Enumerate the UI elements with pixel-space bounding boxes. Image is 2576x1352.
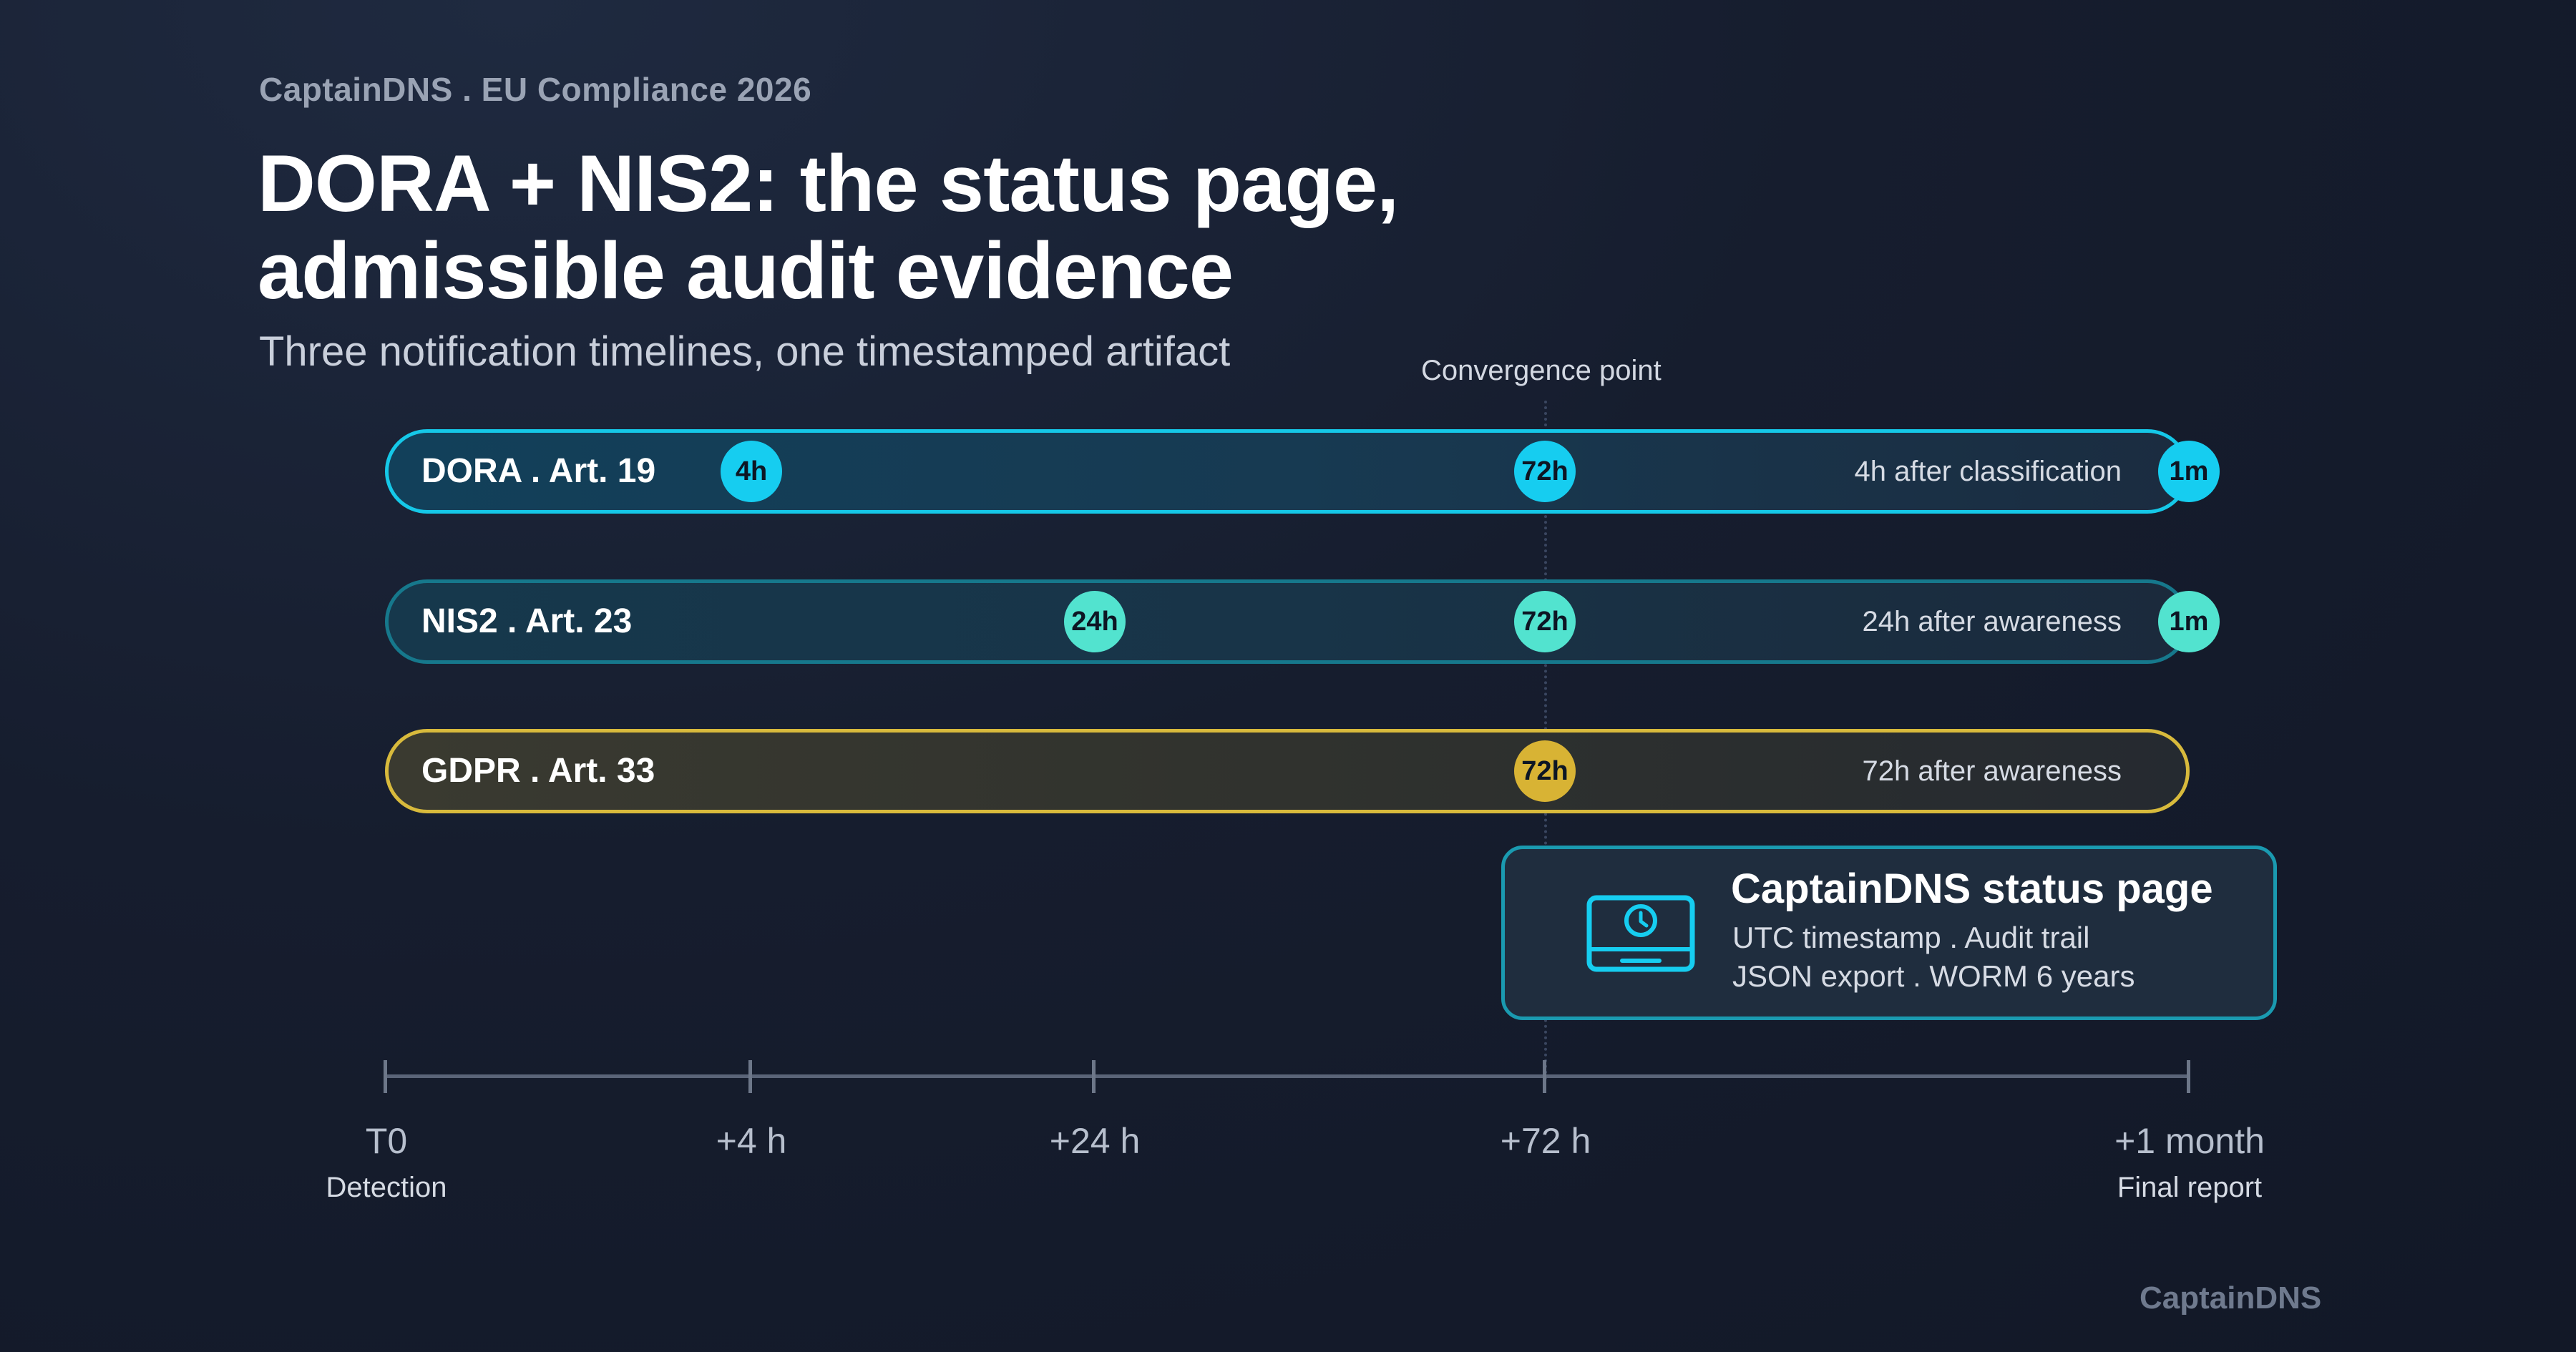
lane-description: 4h after classification: [1854, 456, 2122, 487]
lane-label: GDPR . Art. 33: [421, 752, 655, 790]
marker-nis2-24h: 24h: [1064, 591, 1126, 652]
axis-tick-sublabel: Final report: [2117, 1172, 2263, 1203]
axis-tick-label: +72 h: [1500, 1121, 1591, 1161]
title-line-2: admissible audit evidence: [258, 226, 1234, 315]
card-detail: JSON export . WORM 6 years: [1732, 959, 2135, 993]
lane-label: DORA . Art. 19: [421, 452, 656, 490]
status-page-card: CaptainDNS status page UTC timestamp . A…: [1501, 846, 2277, 1020]
card-detail: UTC timestamp . Audit trail: [1732, 921, 2090, 954]
axis-tick-sublabel: Detection: [326, 1172, 447, 1203]
marker-nis2-72h: 72h: [1514, 591, 1576, 652]
axis-tick-label: +4 h: [716, 1121, 787, 1161]
card-title: CaptainDNS status page: [1731, 866, 2213, 912]
monitor-clock-icon: [1586, 895, 1695, 972]
lane-gdpr: GDPR . Art. 33 72h after awareness: [385, 729, 2190, 813]
axis-tick: [748, 1060, 752, 1093]
subtitle: Three notification timelines, one timest…: [259, 328, 1231, 375]
convergence-label: Convergence point: [1421, 355, 1662, 386]
lane-description: 72h after awareness: [1862, 755, 2122, 787]
axis-tick: [2187, 1060, 2190, 1093]
lane-label: NIS2 . Art. 23: [421, 602, 633, 640]
marker-gdpr-72h: 72h: [1514, 740, 1576, 802]
footer-brand: CaptainDNS: [2140, 1280, 2322, 1316]
axis-tick: [1543, 1060, 1546, 1093]
axis-tick-label: +1 month: [2114, 1121, 2265, 1161]
page-title: DORA + NIS2: the status page, admissible…: [258, 140, 1689, 315]
axis-tick-label: T0: [365, 1121, 408, 1161]
timeline-axis: [385, 1074, 2190, 1078]
eyebrow: CaptainDNS . EU Compliance 2026: [259, 71, 812, 108]
title-line-1: DORA + NIS2: the status page,: [258, 139, 1399, 228]
marker-dora-72h: 72h: [1514, 441, 1576, 502]
marker-dora-4h: 4h: [721, 441, 782, 502]
lane-nis2: NIS2 . Art. 23 24h after awareness: [385, 579, 2190, 664]
axis-tick-label: +24 h: [1049, 1121, 1141, 1161]
lane-dora: DORA . Art. 19 4h after classification: [385, 429, 2190, 514]
axis-tick: [384, 1060, 387, 1093]
marker-nis2-1m: 1m: [2158, 591, 2220, 652]
lane-description: 24h after awareness: [1862, 606, 2122, 637]
axis-tick: [1092, 1060, 1096, 1093]
marker-dora-1m: 1m: [2158, 441, 2220, 502]
